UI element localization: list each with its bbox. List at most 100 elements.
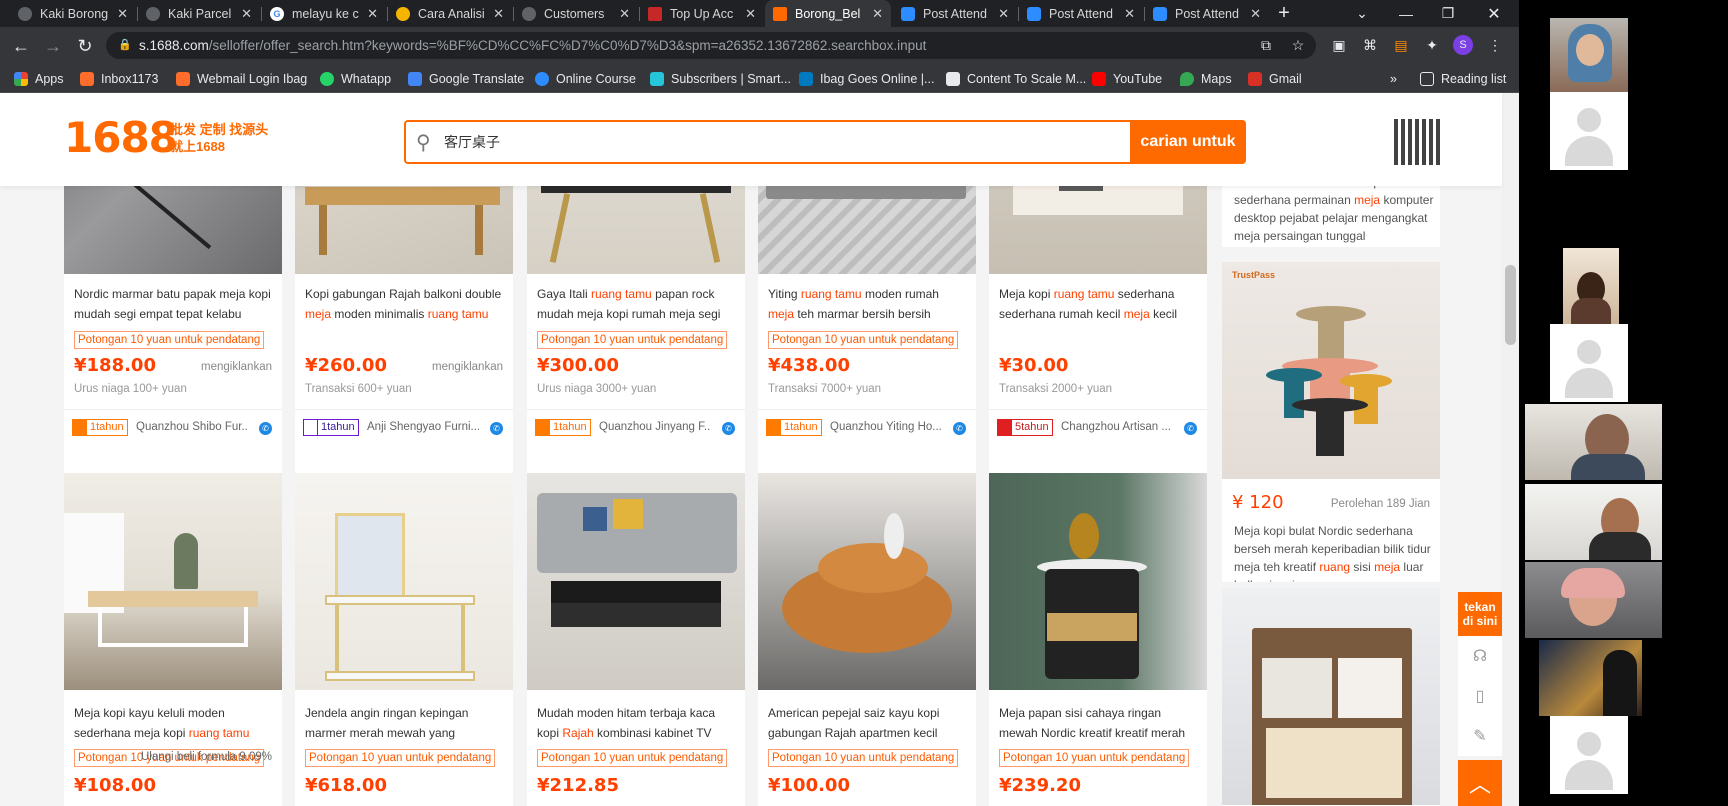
extensions-puzzle-icon[interactable]: ✦ xyxy=(1422,35,1442,55)
seller-name[interactable]: Quanzhou Shibo Fur... xyxy=(136,421,248,433)
restore-icon[interactable]: ❐ xyxy=(1430,0,1466,27)
participant-video[interactable] xyxy=(1539,640,1642,716)
bookmark-online-course[interactable]: Online Course xyxy=(535,69,636,89)
product-title[interactable]: Meja papan sisi cahaya ringan mewah Nord… xyxy=(999,703,1199,743)
product-card[interactable]: Jendela angin ringan kepingan marmer mer… xyxy=(295,473,513,806)
participant-video[interactable] xyxy=(1525,562,1662,638)
tab-1[interactable]: Kaki Parcel ✕ xyxy=(138,0,260,27)
product-image[interactable]: TrustPass xyxy=(1222,262,1440,479)
reload-icon[interactable]: ↻ xyxy=(72,33,98,59)
product-title[interactable]: Kopi gabungan Rajah balkoni double meja … xyxy=(305,284,505,324)
seller-name[interactable]: Quanzhou Yiting Ho... xyxy=(830,421,942,433)
close-icon[interactable]: ✕ xyxy=(241,6,252,22)
menu-kebab-icon[interactable]: ⋮ xyxy=(1485,35,1505,55)
product-image[interactable] xyxy=(64,473,282,690)
site-logo[interactable]: 1688 xyxy=(64,113,178,162)
participant-video[interactable] xyxy=(1563,248,1619,324)
minimize-icon[interactable]: — xyxy=(1388,0,1424,27)
product-title[interactable]: Meja kopi kayu keluli moden sederhana me… xyxy=(74,703,274,743)
survey-icon[interactable]: ✎ xyxy=(1458,716,1502,756)
participant-avatar-tile[interactable] xyxy=(1550,716,1628,794)
window-close-icon[interactable]: ✕ xyxy=(1476,0,1512,27)
participant-video[interactable] xyxy=(1525,404,1662,480)
search-input[interactable] xyxy=(444,131,1104,153)
search-button[interactable]: carian untuk xyxy=(1130,120,1246,164)
seller-name[interactable]: Anji Shengyao Furni... xyxy=(367,421,479,433)
product-image[interactable] xyxy=(295,173,513,274)
customer-service-icon[interactable]: ☊ xyxy=(1458,636,1502,676)
close-icon[interactable]: ✕ xyxy=(745,6,756,22)
participant-video[interactable] xyxy=(1525,484,1662,560)
chat-wangwang-icon[interactable]: ✆ xyxy=(490,422,503,435)
product-image[interactable] xyxy=(989,473,1207,690)
product-image[interactable] xyxy=(527,173,745,274)
tab-5[interactable]: Top Up Acc ✕ xyxy=(640,0,764,27)
product-title[interactable]: American pepejal saiz kayu kopi gabungan… xyxy=(768,703,968,743)
extension-orange-icon[interactable]: ▤ xyxy=(1391,35,1411,55)
recommended-item[interactable]: TrustPass ¥ 120 Perolehan 189 Jian Meja … xyxy=(1222,262,1440,582)
tab-9[interactable]: Post Attend ✕ xyxy=(1145,0,1269,27)
product-image[interactable] xyxy=(758,473,976,690)
bookmark-whatsapp[interactable]: Whatapp xyxy=(320,69,391,89)
address-bar[interactable]: 🔒 s.1688.com/selloffer/offer_search.htm?… xyxy=(106,32,1316,59)
profile-avatar[interactable]: S xyxy=(1453,35,1473,55)
extension-code-icon[interactable]: ⌘ xyxy=(1360,35,1380,55)
bookmark-star-icon[interactable]: ☆ xyxy=(1288,35,1308,55)
close-icon[interactable]: ✕ xyxy=(367,6,378,22)
tab-8[interactable]: Post Attend ✕ xyxy=(1019,0,1143,27)
close-icon[interactable]: ✕ xyxy=(998,6,1009,22)
reading-list[interactable]: Reading list xyxy=(1420,69,1506,89)
bookmark-content-to-scale[interactable]: Content To Scale M... xyxy=(946,69,1086,89)
close-icon[interactable]: ✕ xyxy=(117,6,128,22)
chat-wangwang-icon[interactable]: ✆ xyxy=(722,422,735,435)
participant-avatar-tile[interactable] xyxy=(1550,324,1628,402)
bookmark-translate[interactable]: Google Translate xyxy=(408,69,524,89)
product-card[interactable]: Mudah moden hitam terbaja kaca kopi Raja… xyxy=(527,473,745,806)
bookmark-ibag-goes-online[interactable]: Ibag Goes Online |... xyxy=(799,69,934,89)
product-image[interactable] xyxy=(989,173,1207,274)
close-icon[interactable]: ✕ xyxy=(619,6,630,22)
product-title[interactable]: Mudah moden hitam terbaja kaca kopi Raja… xyxy=(537,703,737,743)
bookmark-gmail[interactable]: Gmail xyxy=(1248,69,1302,89)
product-title[interactable]: Jendela angin ringan kepingan marmer mer… xyxy=(305,703,505,743)
new-tab-plus-icon[interactable]: + xyxy=(1266,0,1302,27)
product-card[interactable]: American pepejal saiz kayu kopi gabungan… xyxy=(758,473,976,806)
back-to-top-icon[interactable]: ︿ xyxy=(1458,760,1502,806)
close-icon[interactable]: ✕ xyxy=(1124,6,1135,22)
product-title[interactable]: Yiting ruang tamu moden rumah meja teh m… xyxy=(768,284,968,324)
tab-0[interactable]: Kaki Borong ✕ xyxy=(10,0,136,27)
feedback-icon[interactable]: ▯ xyxy=(1458,676,1502,716)
product-image[interactable] xyxy=(758,173,976,274)
translate-page-icon[interactable]: ⧉ xyxy=(1256,35,1276,55)
bookmark-webmail[interactable]: Webmail Login Ibag xyxy=(176,69,307,89)
product-card[interactable]: Meja papan sisi cahaya ringan mewah Nord… xyxy=(989,473,1207,806)
participant-video[interactable] xyxy=(1550,18,1628,92)
seller-name[interactable]: Quanzhou Jinyang F... xyxy=(599,421,711,433)
product-image[interactable] xyxy=(64,173,282,274)
forward-arrow-icon[interactable]: → xyxy=(40,33,66,59)
tab-search-icon[interactable]: ⌄ xyxy=(1344,0,1380,27)
chat-wangwang-icon[interactable]: ✆ xyxy=(953,422,966,435)
back-arrow-icon[interactable]: ← xyxy=(8,33,34,59)
product-card[interactable]: Meja kopi kayu keluli moden sederhana me… xyxy=(64,473,282,806)
close-icon[interactable]: ✕ xyxy=(872,6,883,22)
recommended-item[interactable] xyxy=(1222,588,1440,806)
close-icon[interactable]: ✕ xyxy=(493,6,504,22)
bookmark-maps[interactable]: Maps xyxy=(1180,69,1232,89)
help-button[interactable]: tekan di sini xyxy=(1458,592,1502,636)
participant-avatar-tile[interactable] xyxy=(1550,92,1628,170)
qr-code-icon[interactable] xyxy=(1394,119,1440,165)
chat-wangwang-icon[interactable]: ✆ xyxy=(259,422,272,435)
seller-name[interactable]: Changzhou Artisan ... xyxy=(1061,421,1173,433)
tab-4[interactable]: Customers ✕ xyxy=(514,0,638,27)
chat-wangwang-icon[interactable]: ✆ xyxy=(1184,422,1197,435)
tab-3[interactable]: Cara Analisi ✕ xyxy=(388,0,512,27)
tab-7[interactable]: Post Attend ✕ xyxy=(893,0,1017,27)
tab-2[interactable]: Gmelayu ke c ✕ xyxy=(262,0,386,27)
product-image[interactable] xyxy=(527,473,745,690)
bookmarks-overflow-icon[interactable]: » xyxy=(1390,69,1397,89)
product-title[interactable]: Meja kopi ruang tamu sederhana sederhana… xyxy=(999,284,1199,324)
extension-glasses-icon[interactable]: ▣ xyxy=(1329,35,1349,55)
bookmark-youtube[interactable]: YouTube xyxy=(1092,69,1162,89)
scrollbar-thumb[interactable] xyxy=(1505,265,1516,345)
